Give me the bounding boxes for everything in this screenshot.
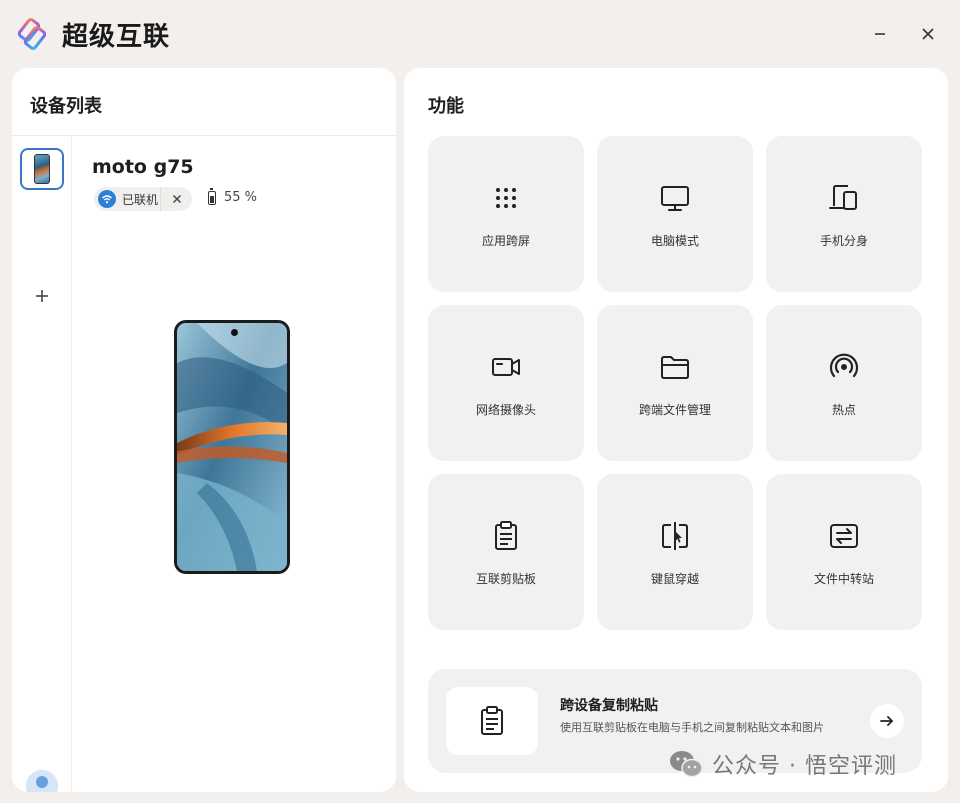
watermark-text: 公众号 · 悟空评测 (712, 754, 897, 779)
watermark: 公众号 · 悟空评测 (668, 748, 897, 780)
title-bar: 超级互联 (0, 0, 960, 68)
camera-icon (492, 358, 520, 376)
app-logo-icon (18, 18, 46, 50)
minimize-icon (875, 33, 885, 35)
grid-dots-icon (496, 188, 516, 208)
battery-status: 55 % (208, 187, 258, 205)
tile-app-cross-screen[interactable]: 应用跨屏 (428, 136, 584, 292)
device-thumbnail-moto-g75[interactable] (20, 148, 64, 190)
clipboard-icon (481, 706, 503, 735)
mouse-crossing-icon (662, 522, 688, 550)
clipboard-icon (495, 521, 517, 550)
device-rail (12, 136, 72, 792)
close-icon (922, 28, 934, 40)
banner-title: 跨设备复制粘贴 (560, 698, 658, 714)
banner-arrow-button[interactable] (870, 704, 904, 738)
chip-divider (160, 187, 161, 211)
monitor-icon (661, 186, 689, 211)
tile-label: 网络摄像头 (475, 403, 536, 417)
features-title: 功能 (428, 96, 464, 117)
phone-thumbnail-icon (34, 154, 50, 184)
close-icon (173, 195, 181, 203)
tile-pc-mode[interactable]: 电脑模式 (597, 136, 753, 292)
tile-label: 互联剪贴板 (475, 572, 536, 586)
minimize-button[interactable] (868, 22, 892, 46)
phone-wallpaper (177, 323, 287, 571)
folder-icon (661, 356, 689, 379)
connection-status-label: 已联机 (122, 192, 159, 207)
banner-icon-box (446, 687, 538, 755)
front-camera (231, 329, 238, 336)
tile-label: 文件中转站 (813, 572, 874, 586)
tile-phone-clone[interactable]: 手机分身 (766, 136, 922, 292)
wechat-logo-icon (670, 751, 703, 778)
tile-file-transfer-station[interactable]: 文件中转站 (766, 474, 922, 630)
tile-keyboard-mouse-crossing[interactable]: 键鼠穿越 (597, 474, 753, 630)
wifi-icon (98, 190, 116, 208)
features-panel: 功能 应用跨屏 电脑模式 手机分身 网络摄像头 跨端文件管理 热点 互联剪贴板 … (404, 68, 948, 792)
connection-status-chip: 已联机 (94, 187, 192, 211)
device-preview-image (174, 320, 290, 574)
disconnect-button[interactable] (164, 187, 190, 211)
device-name: moto g75 (92, 156, 194, 178)
file-transfer-icon (830, 524, 858, 548)
device-list-title: 设备列表 (30, 96, 102, 117)
battery-percentage: 55 % (224, 190, 258, 205)
add-device-button[interactable] (28, 282, 56, 310)
battery-icon (208, 187, 216, 205)
tile-label: 应用跨屏 (481, 234, 530, 248)
tile-label: 跨端文件管理 (638, 403, 711, 417)
app-title: 超级互联 (62, 22, 171, 52)
arrow-right-icon (880, 716, 893, 726)
user-avatar-icon (26, 770, 58, 792)
banner-description: 使用互联剪贴板在电脑与手机之间复制粘贴文本和图片 (560, 721, 824, 734)
hotspot-icon (829, 353, 859, 378)
tile-hotspot[interactable]: 热点 (766, 305, 922, 461)
plus-icon (36, 290, 48, 302)
phone-clone-icon (829, 185, 857, 210)
tile-cross-device-file-manager[interactable]: 跨端文件管理 (597, 305, 753, 461)
tile-network-camera[interactable]: 网络摄像头 (428, 305, 584, 461)
tile-label: 电脑模式 (650, 234, 699, 248)
user-avatar[interactable] (26, 770, 58, 792)
tile-label: 键鼠穿越 (650, 572, 699, 586)
tile-label: 手机分身 (819, 234, 868, 248)
tile-label: 热点 (831, 403, 856, 417)
tile-connected-clipboard[interactable]: 互联剪贴板 (428, 474, 584, 630)
close-button[interactable] (916, 22, 940, 46)
device-list-panel: 设备列表 moto g75 已联机 55 % (12, 68, 396, 792)
